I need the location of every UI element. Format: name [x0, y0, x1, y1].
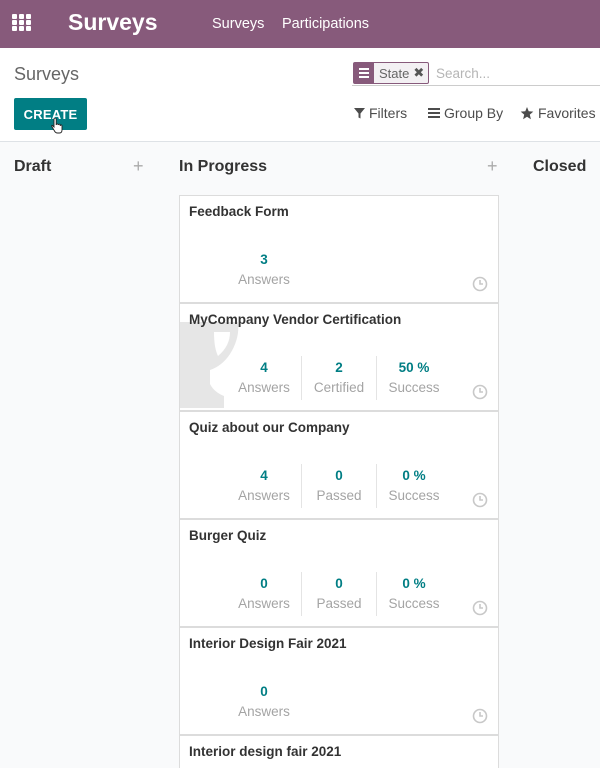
kanban-card[interactable]: Interior design fair 2021 — [179, 735, 499, 768]
stat-success[interactable]: 0 % Success — [377, 576, 451, 611]
stat-certified[interactable]: 2 Certified — [302, 360, 376, 395]
facet-label: State — [379, 65, 410, 81]
apps-grid-icon[interactable] — [12, 14, 34, 34]
stat-answers[interactable]: 3 Answers — [227, 252, 301, 287]
group-by-icon — [354, 63, 374, 83]
kanban-card[interactable]: Quiz about our Company 4 Answers 0 Passe… — [179, 411, 499, 519]
stat-value: 0 — [335, 468, 343, 483]
stat-value: 4 — [260, 468, 268, 483]
search-bar: State ✖ — [352, 60, 600, 86]
group-by-label: Group By — [444, 105, 504, 121]
add-in-column-icon[interactable]: + — [487, 156, 498, 177]
stat-label: Answers — [238, 596, 290, 611]
menu-surveys[interactable]: Surveys — [212, 16, 264, 32]
stat-label: Success — [388, 488, 440, 503]
top-navbar: Surveys Surveys Participations — [0, 0, 600, 48]
stat-label: Success — [388, 380, 440, 395]
stat-passed[interactable]: 0 Passed — [302, 576, 376, 611]
card-title: Quiz about our Company — [189, 420, 350, 435]
stat-value: 0 % — [402, 576, 426, 591]
card-title: Feedback Form — [189, 204, 289, 219]
stat-answers[interactable]: 4 Answers — [227, 468, 301, 503]
column-header-closed: Closed — [533, 158, 587, 175]
stat-label: Answers — [238, 380, 290, 395]
favorites-button[interactable]: Favorites — [520, 105, 596, 121]
filter-icon — [354, 107, 365, 118]
filters-label: Filters — [369, 105, 408, 121]
card-title: Burger Quiz — [189, 528, 267, 543]
stat-label: Answers — [238, 488, 290, 503]
stat-label: Certified — [313, 380, 365, 395]
clock-icon[interactable] — [472, 600, 488, 616]
favorites-label: Favorites — [538, 105, 596, 121]
stat-value: 50 % — [398, 360, 430, 375]
filters-button[interactable]: Filters — [354, 105, 407, 121]
column-header-in-progress: In Progress — [179, 158, 268, 175]
stat-value: 0 — [260, 684, 268, 699]
clock-icon[interactable] — [472, 492, 488, 508]
breadcrumb: Surveys — [14, 64, 80, 84]
stat-label: Passed — [316, 488, 362, 503]
card-title: Interior Design Fair 2021 — [189, 636, 347, 651]
search-input[interactable] — [436, 63, 586, 83]
stat-answers[interactable]: 0 Answers — [227, 684, 301, 719]
stat-label: Passed — [316, 596, 362, 611]
menu-participations[interactable]: Participations — [282, 16, 369, 32]
card-title: MyCompany Vendor Certification — [189, 312, 402, 327]
remove-facet-icon[interactable]: ✖ — [413, 65, 428, 81]
kanban-card[interactable]: Burger Quiz 0 Answers 0 Passed 0 % Succe… — [179, 519, 499, 627]
kanban-card[interactable]: Interior Design Fair 2021 0 Answers — [179, 627, 499, 735]
stat-answers[interactable]: 4 Answers — [227, 360, 301, 395]
stat-success[interactable]: 0 % Success — [377, 468, 451, 503]
search-facet: State ✖ — [353, 62, 430, 84]
stat-value: 0 — [260, 576, 268, 591]
stat-passed[interactable]: 0 Passed — [302, 468, 376, 503]
stat-value: 3 — [260, 252, 268, 267]
clock-icon[interactable] — [472, 384, 488, 400]
stat-answers[interactable]: 0 Answers — [227, 576, 301, 611]
stat-label: Answers — [238, 272, 290, 287]
star-icon — [520, 106, 534, 119]
add-in-column-icon[interactable]: + — [133, 156, 144, 177]
hand-cursor-icon — [51, 118, 63, 134]
group-by-button[interactable]: Group By — [428, 105, 503, 121]
kanban-view: Draft + In Progress + Closed Feedback Fo… — [0, 142, 600, 768]
stat-success[interactable]: 50 % Success — [377, 360, 451, 395]
clock-icon[interactable] — [472, 708, 488, 724]
list-icon — [428, 108, 440, 118]
stat-label: Answers — [238, 704, 290, 719]
kanban-card[interactable]: Feedback Form 3 Answers — [179, 195, 499, 303]
control-panel: Surveys State ✖ CREATE Filters Group By … — [0, 48, 600, 142]
column-header-draft: Draft — [14, 158, 52, 175]
stat-value: 4 — [260, 360, 268, 375]
kanban-card[interactable]: MyCompany Vendor Certification 4 Answers… — [179, 303, 499, 411]
clock-icon[interactable] — [472, 276, 488, 292]
app-title: Surveys — [68, 9, 158, 35]
stat-value: 0 % — [402, 468, 426, 483]
stat-value: 2 — [335, 360, 343, 375]
stat-label: Success — [388, 596, 440, 611]
card-title: Interior design fair 2021 — [189, 744, 342, 759]
stat-value: 0 — [335, 576, 343, 591]
